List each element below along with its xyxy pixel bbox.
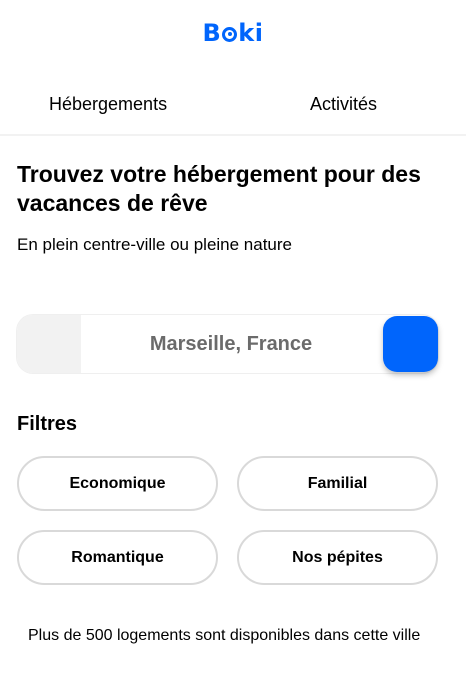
page-title: Trouvez votre hébergement pour des vacan… — [17, 161, 421, 216]
header: Bki — [0, 0, 466, 70]
booki-logo[interactable]: Bki — [203, 21, 264, 45]
search-bar — [17, 315, 438, 373]
location-icon-area[interactable] — [17, 315, 81, 373]
logo-text-start: B — [202, 19, 222, 47]
logo-text-end: ki — [238, 19, 264, 47]
page-subtitle: En plein centre-ville ou pleine nature — [17, 235, 293, 254]
availability-text: Plus de 500 logements sont disponibles d… — [28, 627, 421, 644]
search-button[interactable] — [383, 316, 438, 372]
filter-familial-button[interactable]: Familial — [237, 456, 438, 511]
filter-nos-pepites-button[interactable]: Nos pépites — [237, 530, 438, 585]
main-nav: Hébergements Activités — [0, 82, 466, 136]
logo-o-icon — [222, 26, 238, 42]
filter-romantique-button[interactable]: Romantique — [17, 530, 218, 585]
tab-hebergements[interactable]: Hébergements — [49, 94, 167, 115]
tab-activites[interactable]: Activités — [310, 94, 377, 115]
filters-title: Filtres — [17, 413, 78, 435]
filter-economique-button[interactable]: Economique — [17, 456, 218, 511]
search-input[interactable] — [81, 315, 381, 373]
